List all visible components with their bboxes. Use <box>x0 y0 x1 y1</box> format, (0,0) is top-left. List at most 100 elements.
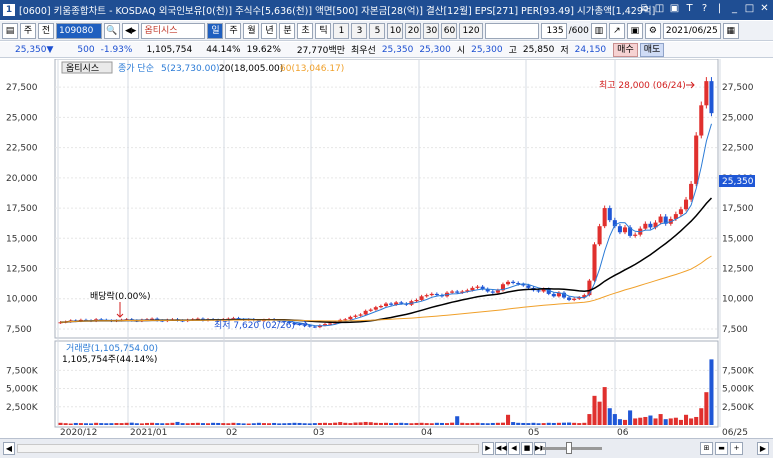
candle-body <box>506 281 511 285</box>
volume-bar <box>439 422 444 425</box>
interval-20[interactable]: 20 <box>405 22 422 39</box>
candle-body <box>536 290 541 292</box>
step-back-button[interactable]: ◀ <box>508 442 520 455</box>
stop-button[interactable]: ■ <box>521 442 533 455</box>
trade-amount: 27,770백만 <box>296 46 345 56</box>
font-icon[interactable]: T <box>683 3 696 16</box>
interval-5[interactable]: 5 <box>369 22 386 39</box>
gear-icon[interactable]: ⚙ <box>644 22 661 39</box>
volume-bar <box>200 423 205 425</box>
zoom-slider[interactable] <box>542 447 602 450</box>
quote-row: 25,350 ▼ 500 -1.93% 1,105,754 44.14% 19.… <box>0 42 773 58</box>
candle-body <box>399 302 404 304</box>
volume-bar <box>211 422 216 425</box>
low-annotation: 최저 7,620 (02/26) <box>214 320 295 331</box>
save-icon[interactable]: ▣ <box>626 22 643 39</box>
type-select[interactable]: 주 <box>20 22 36 39</box>
trend-icon[interactable]: ↗ <box>608 22 625 39</box>
candle-body <box>312 326 317 328</box>
rewind-button[interactable]: ◀◀ <box>495 442 507 455</box>
date-tick: 06 <box>617 428 629 437</box>
help-icon[interactable]: ? <box>698 3 711 16</box>
tile-icon[interactable]: ⧉ <box>638 3 651 16</box>
period-month[interactable]: 월 <box>243 22 260 39</box>
period-week[interactable]: 주 <box>225 22 242 39</box>
best-ask: 25,300 <box>419 44 451 55</box>
period-day[interactable]: 일 <box>207 22 224 39</box>
chart-type-icon[interactable]: ▥ <box>590 22 607 39</box>
interval-60[interactable]: 60 <box>441 22 458 39</box>
volume-bar <box>312 423 317 425</box>
candle-body <box>633 234 638 236</box>
vol-ratio: 44.14% <box>206 44 241 55</box>
legend-ma5: 5(23,730.00) <box>161 64 220 74</box>
candle-body <box>678 209 683 215</box>
period-second[interactable]: 초 <box>297 22 314 39</box>
app-icon: 1 <box>3 4 15 16</box>
dividend-annotation: 배당락(0.00%) <box>90 290 150 302</box>
buy-button[interactable]: 매수 <box>613 42 638 57</box>
period-year[interactable]: 년 <box>261 22 278 39</box>
date-input[interactable]: 2021/06/25 <box>662 22 721 39</box>
interval-30[interactable]: 30 <box>423 22 440 39</box>
interval-1[interactable]: 1 <box>333 22 350 39</box>
zoom-out-icon[interactable]: ▬ <box>715 442 728 455</box>
period-tick[interactable]: 틱 <box>315 22 332 39</box>
candlestick-chart[interactable]: 27,500 27,500 25,000 25,000 22,500 22,500 20,0… <box>0 59 773 437</box>
link-icon[interactable]: ◫ <box>653 3 666 16</box>
close-button[interactable]: ✕ <box>758 3 771 16</box>
volume-bar <box>353 422 358 425</box>
zoom-in-icon[interactable]: + <box>730 442 743 455</box>
volume-bar <box>399 422 404 425</box>
period-minute[interactable]: 분 <box>279 22 296 39</box>
volume-bar <box>160 423 165 425</box>
save-screen-icon[interactable]: ▣ <box>668 3 681 16</box>
all-button[interactable]: 전 <box>38 22 54 39</box>
volume-bar <box>368 422 373 425</box>
play-button[interactable]: ▶ <box>482 442 494 455</box>
candle-body <box>414 299 419 302</box>
candle-body <box>683 199 689 210</box>
window-titlebar: 1 [0600] 키움종합차트 - KOSDAQ 외국인보유[0(천)] 주식수… <box>0 0 773 20</box>
prev-next-button[interactable]: ◀▸ <box>122 22 140 39</box>
candle-body <box>363 310 368 315</box>
minimize-button[interactable]: _ <box>728 3 741 16</box>
interval-120[interactable]: 120 <box>459 22 483 39</box>
volume-bar <box>429 423 434 425</box>
count-input[interactable]: 135 <box>540 22 567 39</box>
stock-code-input[interactable]: 109080 <box>56 22 102 39</box>
volume-bar <box>607 408 612 425</box>
stock-name-label: 옵티시스 <box>141 22 206 39</box>
volume-tick-left: 2,500K <box>6 403 39 413</box>
volume-bar <box>689 418 694 425</box>
maximize-button[interactable]: □ <box>743 3 756 16</box>
candle-body <box>551 293 556 297</box>
search-icon[interactable]: 🔍 <box>104 22 120 39</box>
zoom-fit-icon[interactable]: ⊞ <box>700 442 713 455</box>
high-label: 고 <box>508 46 517 56</box>
scroll-track[interactable] <box>17 444 479 453</box>
volume-bar <box>277 423 282 425</box>
calendar-icon[interactable]: ▦ <box>722 22 739 39</box>
price-tick-left: 17,500 <box>6 204 38 214</box>
sell-button[interactable]: 매도 <box>639 42 665 57</box>
candle-body <box>567 297 572 300</box>
volume-bar <box>119 423 124 425</box>
scroll-left-button[interactable]: ◀ <box>3 442 15 455</box>
menu-icon[interactable]: ▤ <box>2 22 18 39</box>
legend-ma60: 60(13,046.17) <box>280 64 344 74</box>
volume-bar <box>333 422 338 425</box>
interval-10[interactable]: 10 <box>387 22 404 39</box>
candle-body <box>353 315 358 317</box>
volume-bar <box>338 422 343 425</box>
blank-select[interactable] <box>484 22 539 39</box>
candle-body <box>709 81 714 114</box>
scroll-right-button[interactable]: ▶ <box>757 442 769 455</box>
candle-body <box>348 316 353 320</box>
interval-3[interactable]: 3 <box>351 22 368 39</box>
volume-bar <box>317 422 322 425</box>
zoom-thumb[interactable] <box>566 442 572 454</box>
volume-bar <box>89 423 94 425</box>
volume-bar <box>531 422 536 425</box>
volume-bar <box>129 422 134 425</box>
